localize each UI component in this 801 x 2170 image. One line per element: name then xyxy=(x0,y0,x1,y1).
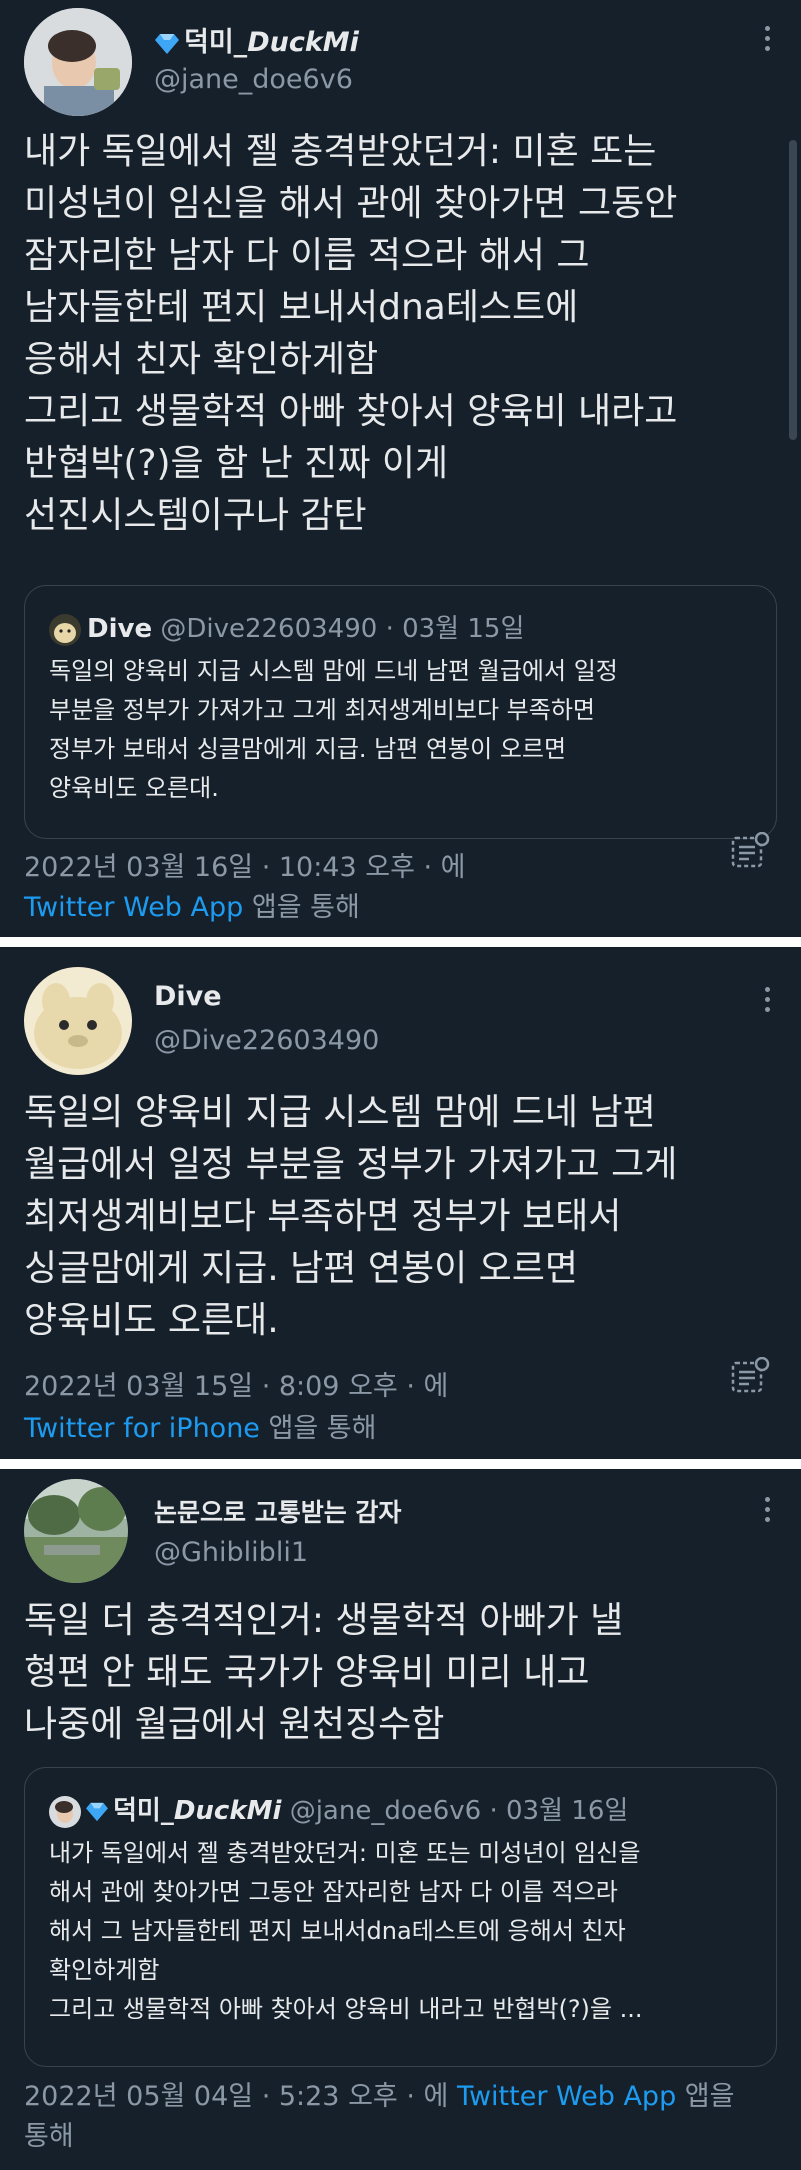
source-app-link[interactable]: Twitter Web App xyxy=(24,892,243,923)
quoted-tweet-text: 독일의 양육비 지급 시스템 맘에 드네 남편 월급에서 일정 부분을 정부가 … xyxy=(49,657,618,802)
analytics-icon[interactable] xyxy=(730,1357,770,1395)
tweet-card-ghiblibli[interactable]: 논문으로 고통받는 감자 @Ghiblibli1 독일 더 충격적인거: 생물학… xyxy=(0,1469,801,2170)
tweet-text: 내가 독일에서 젤 충격받았던거: 미혼 또는 미성년이 임신을 해서 관에 찾… xyxy=(24,131,678,536)
quoted-avatar xyxy=(49,613,81,646)
source-app-link[interactable]: Twitter for iPhone xyxy=(24,1413,260,1444)
tweet-text: 독일 더 충격적인거: 생물학적 아빠가 낼 형편 안 돼도 국가가 양육비 미… xyxy=(24,1600,624,1745)
tweet-card-dive[interactable]: Dive @Dive22603490 독일의 양육비 지급 시스템 맘에 드네 … xyxy=(0,947,801,1459)
display-name[interactable]: Dive xyxy=(154,981,222,1012)
quoted-avatar xyxy=(49,1795,81,1828)
display-name[interactable]: 논문으로 고통받는 감자 xyxy=(154,1493,401,1529)
tweet-source: Twitter for iPhone 앱을 통해 xyxy=(24,1413,377,1444)
source-app-link[interactable]: Twitter Web App xyxy=(457,2081,676,2112)
user-handle[interactable]: @Ghiblibli1 xyxy=(154,1537,308,1568)
avatar[interactable] xyxy=(24,8,132,116)
tweet-timestamp[interactable]: 2022년 03월 16일 · 10:43 오후 · 에 xyxy=(24,846,466,890)
tweet-source-suffix: 통해 xyxy=(24,2121,74,2152)
avatar[interactable] xyxy=(24,967,132,1075)
user-handle[interactable]: @Dive22603490 xyxy=(154,1025,379,1056)
quoted-tweet-header: 덕미_DuckMi @jane_doe6v6 · 03월 16일 xyxy=(49,1790,628,1828)
diamond-icon xyxy=(155,33,179,54)
more-options-icon[interactable] xyxy=(765,26,771,56)
quoted-tweet-text: 내가 독일에서 젤 충격받았던거: 미혼 또는 미성년이 임신을 해서 관에 찾… xyxy=(49,1839,643,2023)
more-options-icon[interactable] xyxy=(765,987,771,1017)
diamond-icon xyxy=(86,1802,108,1821)
quoted-tweet-header: Dive @Dive22603490 · 03월 15일 xyxy=(49,608,524,646)
scrollbar[interactable] xyxy=(789,140,797,440)
more-options-icon[interactable] xyxy=(765,1497,771,1527)
quoted-tweet[interactable]: Dive @Dive22603490 · 03월 15일 독일의 양육비 지급 … xyxy=(24,585,777,839)
analytics-icon[interactable] xyxy=(730,832,770,870)
avatar[interactable] xyxy=(24,1479,128,1583)
tweet-card-duckmi[interactable]: 덕미_DuckMi @jane_doe6v6 내가 독일에서 젤 충격받았던거:… xyxy=(0,0,801,937)
tweet-source: Twitter Web App 앱을 통해 xyxy=(24,892,360,923)
user-handle[interactable]: @jane_doe6v6 xyxy=(154,64,353,95)
quoted-tweet[interactable]: 덕미_DuckMi @jane_doe6v6 · 03월 16일 내가 독일에서… xyxy=(24,1767,777,2067)
tweet-text: 독일의 양육비 지급 시스템 맘에 드네 남편 월급에서 일정 부분을 정부가 … xyxy=(24,1092,678,1341)
display-name[interactable]: 덕미_DuckMi xyxy=(154,20,359,59)
tweet-timestamp[interactable]: 2022년 05월 04일 · 5:23 오후 · 에 Twitter Web … xyxy=(24,2075,734,2119)
tweet-timestamp[interactable]: 2022년 03월 15일 · 8:09 오후 · 에 xyxy=(24,1365,448,1409)
